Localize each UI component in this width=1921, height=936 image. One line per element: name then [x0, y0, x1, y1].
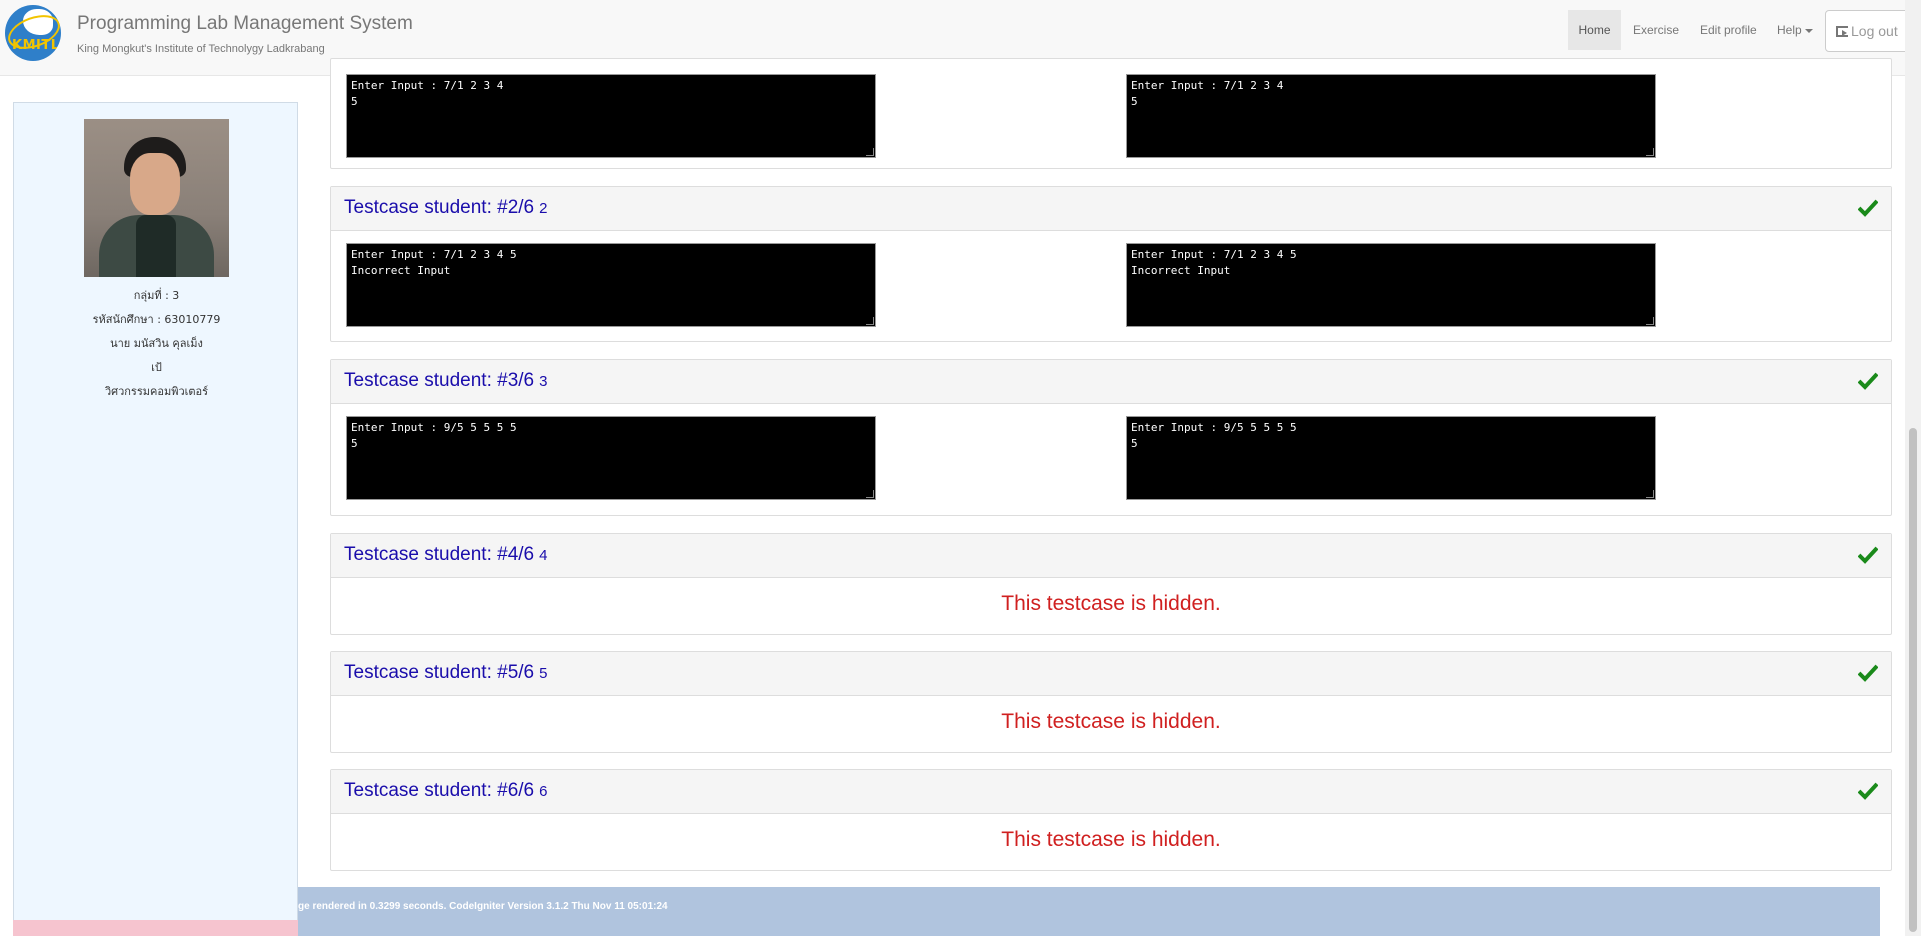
student-output-console[interactable]: Enter Input : 7/1 2 3 4 5 Incorrect Inpu… [1126, 243, 1656, 327]
testcase-title[interactable]: Testcase student: #5/6 5 [344, 662, 547, 684]
kmitl-logo[interactable]: KMITL [5, 5, 61, 61]
page-footer: ge rendered in 0.3299 seconds. CodeIgnit… [298, 887, 1880, 936]
check-icon [1858, 782, 1878, 800]
resize-grip-icon[interactable] [866, 317, 874, 325]
testcase-header: Testcase student: #5/6 5 [331, 652, 1891, 696]
logout-label: Log out [1851, 23, 1898, 39]
scrollbar-thumb[interactable] [1909, 428, 1917, 932]
check-icon [1858, 546, 1878, 564]
nav-home[interactable]: Home [1568, 10, 1621, 50]
nav-exercise[interactable]: Exercise [1633, 10, 1679, 50]
hidden-testcase-message: This testcase is hidden. [1001, 592, 1221, 615]
chevron-down-icon [1804, 28, 1813, 33]
app-subtitle: King Mongkut's Institute of Technolygy L… [77, 43, 325, 55]
testcase-panel-4: Testcase student: #4/6 4 This testcase is… [330, 533, 1892, 635]
student-id: รหัสนักศึกษา : 63010779 [92, 313, 221, 326]
testcase-number: 2 [539, 200, 548, 217]
expected-output-console[interactable]: Enter Input : 9/5 5 5 5 5 5 [346, 416, 876, 500]
student-nickname: เป้ [151, 361, 162, 374]
testcase-number: 5 [539, 665, 548, 682]
testcase-panel-2: Testcase student: #2/6 2 Enter Input : 7/… [330, 186, 1892, 342]
footer-render-info: ge rendered in 0.3299 seconds. CodeIgnit… [298, 901, 668, 912]
testcase-header: Testcase student: #2/6 2 [331, 187, 1891, 231]
logo-text: KMITL [12, 38, 60, 53]
resize-grip-icon[interactable] [1646, 148, 1654, 156]
testcase-panel-3: Testcase student: #3/6 3 Enter Input : 9/… [330, 359, 1892, 516]
check-icon [1858, 372, 1878, 390]
student-avatar [84, 119, 229, 277]
testcase-header: Testcase student: #4/6 4 [331, 534, 1891, 578]
app-title[interactable]: Programming Lab Management System [77, 13, 413, 35]
resize-grip-icon[interactable] [866, 148, 874, 156]
testcase-title[interactable]: Testcase student: #6/6 6 [344, 780, 547, 802]
nav-edit-profile[interactable]: Edit profile [1700, 10, 1757, 50]
resize-grip-icon[interactable] [1646, 317, 1654, 325]
student-output-console[interactable]: Enter Input : 9/5 5 5 5 5 5 [1126, 416, 1656, 500]
nav-help-label: Help [1777, 23, 1802, 37]
expected-output-console[interactable]: Enter Input : 7/1 2 3 4 5 Incorrect Inpu… [346, 243, 876, 327]
page-scrollbar[interactable] [1905, 0, 1921, 936]
logout-button[interactable]: Log out [1825, 10, 1915, 52]
check-icon [1858, 199, 1878, 217]
testcase-title[interactable]: Testcase student: #3/6 3 [344, 370, 547, 392]
student-group: กลุ่มที่ : 3 [133, 289, 180, 302]
student-department: วิศวกรรมคอมพิวเตอร์ [104, 385, 209, 398]
student-name: นาย มนัสวิน คุลเม็ง [110, 337, 203, 350]
hidden-testcase-message: This testcase is hidden. [1001, 828, 1221, 851]
testcase-header: Testcase student: #6/6 6 [331, 770, 1891, 814]
testcase-number: 4 [539, 547, 548, 564]
check-icon [1858, 664, 1878, 682]
testcase-panel-6: Testcase student: #6/6 6 This testcase is… [330, 769, 1892, 871]
student-output-console[interactable]: Enter Input : 7/1 2 3 4 5 [1126, 74, 1656, 158]
testcase-number: 3 [539, 373, 548, 390]
testcase-number: 6 [539, 783, 548, 800]
expected-output-console[interactable]: Enter Input : 7/1 2 3 4 5 [346, 74, 876, 158]
testcase-panel-5: Testcase student: #5/6 5 This testcase is… [330, 651, 1892, 753]
testcase-title[interactable]: Testcase student: #4/6 4 [344, 544, 547, 566]
nav-help-dropdown[interactable]: Help [1777, 10, 1813, 50]
testcase-title[interactable]: Testcase student: #2/6 2 [344, 197, 547, 219]
resize-grip-icon[interactable] [1646, 490, 1654, 498]
hidden-testcase-message: This testcase is hidden. [1001, 710, 1221, 733]
logout-icon [1836, 26, 1848, 37]
sidebar-bottom-strip [13, 920, 298, 936]
resize-grip-icon[interactable] [866, 490, 874, 498]
testcase-header: Testcase student: #3/6 3 [331, 360, 1891, 404]
testcase-panel-1: Enter Input : 7/1 2 3 4 5 Enter Input : … [330, 58, 1892, 169]
student-sidebar: กลุ่มที่ : 3 รหัสนักศึกษา : 63010779 นาย… [13, 102, 298, 936]
